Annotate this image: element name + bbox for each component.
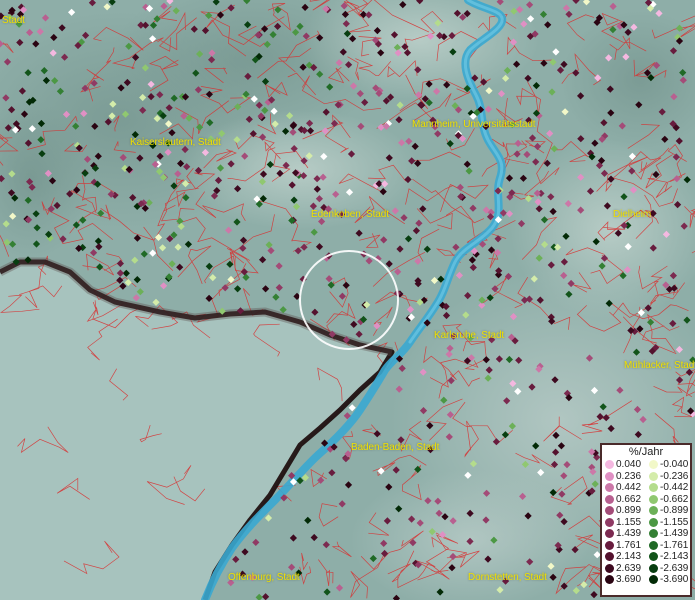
- label-dielheim: Dielheim: [613, 209, 652, 220]
- legend-row: 3.690: [602, 574, 646, 586]
- legend-row: -1.439: [646, 528, 690, 540]
- legend-value: 0.236: [616, 470, 642, 482]
- legend-row: -1.761: [646, 540, 690, 552]
- legend-negative-column: -0.040 -0.236 -0.442 -0.662 -0.899 -1.155 -1.4…: [646, 459, 690, 586]
- label-offenburg: Offenburg, Stadt: [228, 572, 300, 583]
- legend-swatch: [605, 575, 614, 585]
- legend-row: -3.690: [646, 574, 690, 586]
- legend-value: -0.899: [660, 505, 689, 516]
- legend-value: 1.761: [616, 539, 642, 551]
- label-muehlacker: Mühlacker, Stadt: [624, 360, 695, 371]
- legend-swatch: [605, 494, 614, 504]
- legend-value: -2.639: [660, 562, 689, 574]
- label-kaiserslautern: Kaiserslautern, Stadt: [130, 137, 221, 148]
- legend-value: 1.155: [616, 516, 642, 528]
- legend-value: 0.899: [616, 505, 642, 516]
- legend-value: 1.439: [616, 528, 642, 539]
- legend-swatch: [649, 552, 658, 562]
- legend-swatch: [605, 471, 614, 481]
- legend-row: 1.155: [602, 517, 646, 529]
- legend-value: -2.143: [660, 551, 689, 562]
- legend-swatch: [649, 517, 658, 527]
- basemap: [0, 0, 695, 600]
- legend-row: 0.662: [602, 494, 646, 506]
- legend-row: -1.155: [646, 517, 690, 529]
- label-stadt-partial: Stadt: [2, 15, 25, 26]
- legend-row: 2.143: [602, 551, 646, 563]
- legend-row: -0.442: [646, 482, 690, 494]
- legend-value: 0.442: [616, 482, 642, 493]
- legend-swatch: [649, 494, 658, 504]
- legend-title: %/Jahr: [628, 446, 664, 458]
- legend-swatch: [649, 471, 658, 481]
- legend-row: -0.662: [646, 494, 690, 506]
- legend-value: 2.639: [616, 562, 642, 574]
- legend-value: 2.143: [616, 551, 642, 562]
- label-baden-baden: Baden-Baden, Stadt: [351, 442, 440, 453]
- label-edenkoben: Edenkoben, Stadt: [311, 209, 389, 220]
- legend-value: -0.040: [660, 459, 689, 470]
- legend-row: -2.639: [646, 563, 690, 575]
- legend-value: -1.155: [660, 516, 689, 528]
- legend-value: 0.040: [616, 459, 642, 470]
- legend-swatch: [605, 540, 614, 550]
- legend-row: 1.761: [602, 540, 646, 552]
- legend-value: -1.439: [660, 528, 689, 539]
- legend-swatch: [649, 483, 658, 493]
- legend-swatch: [605, 483, 614, 493]
- legend-row: 0.442: [602, 482, 646, 494]
- legend-value: -0.662: [660, 493, 689, 505]
- legend-swatch: [649, 506, 658, 516]
- legend: %/Jahr 0.040 0.236 0.442 0.662 0.899 1.155 1.4…: [600, 443, 692, 597]
- legend-swatch: [605, 517, 614, 527]
- legend-swatch: [605, 529, 614, 539]
- legend-swatch: [649, 529, 658, 539]
- legend-value: -1.761: [660, 539, 689, 551]
- legend-swatch: [605, 506, 614, 516]
- legend-value: 0.662: [616, 493, 642, 505]
- legend-row: 1.439: [602, 528, 646, 540]
- label-mannheim: Mannheim, Universitätsstadt: [412, 119, 536, 130]
- legend-value: 3.690: [616, 574, 642, 585]
- label-dornstetten: Dornstetten, Stadt: [468, 572, 547, 583]
- legend-row: -0.040: [646, 459, 690, 471]
- map-canvas[interactable]: Stadt Kaiserslautern, Stadt Mannheim, Un…: [0, 0, 695, 600]
- legend-row: 2.639: [602, 563, 646, 575]
- legend-swatch: [649, 540, 658, 550]
- legend-row: 0.899: [602, 505, 646, 517]
- legend-swatch: [605, 563, 614, 573]
- legend-row: -0.236: [646, 471, 690, 483]
- legend-swatch: [649, 460, 658, 470]
- legend-positive-column: 0.040 0.236 0.442 0.662 0.899 1.155 1.439 1.761…: [602, 459, 646, 586]
- legend-row: -2.143: [646, 551, 690, 563]
- legend-swatch: [649, 575, 658, 585]
- legend-swatch: [605, 552, 614, 562]
- label-karlsruhe: Karlsruhe, Stadt: [434, 330, 505, 341]
- legend-row: 0.040: [602, 459, 646, 471]
- legend-swatch: [649, 563, 658, 573]
- legend-row: 0.236: [602, 471, 646, 483]
- legend-value: -0.442: [660, 482, 689, 493]
- legend-swatch: [605, 460, 614, 470]
- legend-value: -3.690: [660, 574, 689, 585]
- legend-row: -0.899: [646, 505, 690, 517]
- legend-value: -0.236: [660, 470, 689, 482]
